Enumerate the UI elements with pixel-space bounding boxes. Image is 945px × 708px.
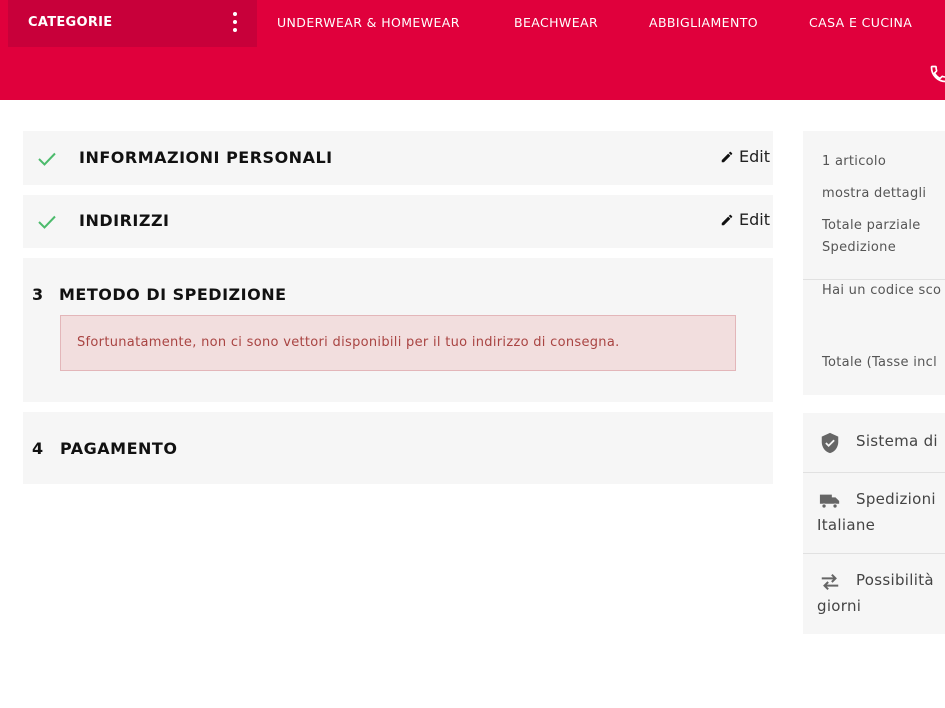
step-payment: 4 PAGAMENTO [23,412,773,484]
shield-check-icon [821,432,839,454]
step-title: METODO DI SPEDIZIONE [59,285,287,304]
reassurance-returns: Possibilità giorni [803,554,945,634]
reassurance-text-line2: giorni [817,597,862,615]
step-personal-info: INFORMAZIONI PERSONALI Edit [23,131,773,185]
items-count: 1 articolo [822,154,887,169]
divider [803,279,945,280]
edit-label: Edit [739,210,770,229]
total-label: Totale (Tasse incl [822,355,938,370]
categories-menu-button[interactable]: CATEGORIE [8,0,257,47]
nav-item-abbigliamento[interactable]: ABBIGLIAMENTO [649,15,758,30]
reassurance-text-line2: Italiane [817,516,876,534]
alert-message: Sfortunatamente, non ci sono vettori dis… [77,335,620,350]
step-title: INDIRIZZI [79,211,170,230]
shipping-label: Spedizione [822,240,896,255]
discount-code-link[interactable]: Hai un codice sco [822,283,941,298]
phone-icon[interactable] [929,64,945,84]
step-shipping-method: 3 METODO DI SPEDIZIONE Sfortunatamente, … [23,258,773,402]
edit-label: Edit [739,147,770,166]
nav-item-beachwear[interactable]: BEACHWEAR [514,15,598,30]
reassurance-block: Sistema di Spedizioni Italiane Possibili… [803,413,945,634]
no-carriers-alert: Sfortunatamente, non ci sono vettori dis… [60,315,736,371]
edit-personal-button[interactable]: Edit [720,147,770,166]
check-icon [38,152,56,166]
nav-item-casa-cucina[interactable]: CASA E CUCINA [809,15,912,30]
reassurance-secure-payment: Sistema di [803,413,945,473]
order-summary: 1 articolo mostra dettagli Totale parzia… [803,131,945,395]
step-title: PAGAMENTO [60,439,178,458]
step-title: INFORMAZIONI PERSONALI [79,148,333,167]
truck-icon [819,494,840,509]
step-number: 4 [32,439,44,458]
reassurance-text: Sistema di [856,432,938,450]
pencil-icon [721,214,733,225]
step-number: 3 [32,285,44,304]
reassurance-text: Spedizioni [856,490,936,508]
reassurance-text: Possibilità [856,571,934,589]
reassurance-shipping: Spedizioni Italiane [803,473,945,553]
nav-item-underwear[interactable]: UNDERWEAR & HOMEWEAR [277,15,460,30]
categories-label: CATEGORIE [28,15,113,30]
subtotal-label: Totale parziale [822,218,921,233]
step-addresses: INDIRIZZI Edit [23,195,773,248]
arrows-exchange-icon [821,573,839,591]
pencil-icon [721,151,733,162]
show-details-link[interactable]: mostra dettagli [822,186,926,201]
top-navigation-bar: CATEGORIE UNDERWEAR & HOMEWEAR BEACHWEAR… [0,0,945,100]
kebab-menu-icon[interactable] [232,12,238,34]
edit-address-button[interactable]: Edit [720,210,770,229]
check-icon [38,215,56,229]
